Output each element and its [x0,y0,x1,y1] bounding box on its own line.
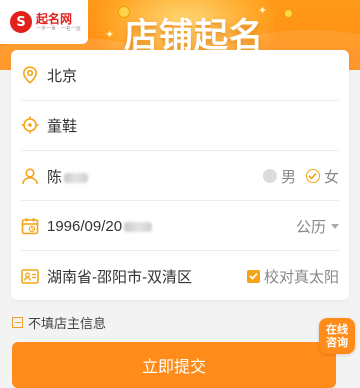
owner-name-value: 陈 [47,166,89,187]
birth-date-value: 1996/09/20 [47,217,153,235]
chevron-down-icon [331,223,339,229]
sparkle-icon: ✦ [105,28,115,41]
true-solar-time-checkbox[interactable] [246,269,260,283]
consult-label-line1: 在线 [326,323,348,336]
id-card-icon [21,267,39,285]
online-consult-button[interactable]: 在线 咨询 [319,318,355,354]
industry-field[interactable]: 童鞋 [11,100,349,150]
gender-male-label[interactable]: 男 [281,166,296,187]
gender-female-label[interactable]: 女 [324,166,339,187]
city-field[interactable]: 北京 [11,50,349,100]
redacted-text [64,172,89,183]
birth-date-text: 1996/09/20 [47,217,123,235]
gender-male-radio[interactable] [262,169,277,183]
coin-decoration [284,9,293,18]
calendar-type-label: 公历 [295,217,326,236]
birthplace-field[interactable]: 湖南省-邵阳市-双清区 校对真太阳 [11,251,349,301]
submit-button[interactable]: 立即提交 [12,342,336,388]
gender-female-radio[interactable] [305,169,320,183]
city-value: 北京 [47,67,78,85]
true-solar-time-toggle[interactable]: 校对真太阳 [246,251,339,301]
birthplace-value: 湖南省-邵阳市-双清区 [47,268,192,286]
owner-surname: 陈 [47,168,63,186]
calendar-icon [21,217,39,235]
birth-date-field[interactable]: 1996/09/20 公历 [11,201,349,251]
logo: S 起名网 一字一世 · 一名一运 [0,0,88,44]
logo-tagline: 一字一世 · 一名一运 [36,25,81,32]
gender-selector: 男 女 [262,151,339,201]
skip-owner-info-checkbox[interactable] [12,317,23,328]
calendar-type-select[interactable]: 公历 [296,201,339,251]
target-icon [21,116,39,134]
shop-naming-form: 北京 童鞋 陈 男 女 1996/09/20 公历 湖南省-邵阳市-双清区 校对… [11,50,349,300]
skip-owner-info-option[interactable]: 不填店主信息 [12,313,106,332]
skip-owner-info-label[interactable]: 不填店主信息 [28,313,106,332]
consult-label-line2: 咨询 [326,336,348,349]
true-solar-time-label[interactable]: 校对真太阳 [264,266,339,287]
owner-name-field[interactable]: 陈 男 女 [11,151,349,201]
person-icon [21,167,39,185]
industry-value: 童鞋 [47,117,78,135]
logo-mark: S [10,11,32,33]
logo-name: 起名网 [36,11,73,26]
redacted-text [124,221,153,232]
location-pin-icon [21,66,39,84]
